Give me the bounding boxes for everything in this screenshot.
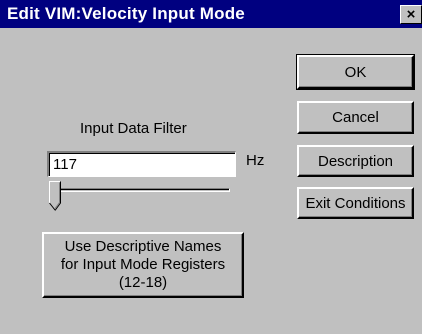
- names-button-line1: Use Descriptive Names: [64, 238, 222, 255]
- description-button-label: Description: [317, 152, 394, 170]
- input-data-filter-field[interactable]: 117: [47, 151, 236, 177]
- exit-conditions-button[interactable]: Exit Conditions: [297, 187, 414, 219]
- unit-label: Hz: [246, 152, 265, 169]
- cancel-button-label: Cancel: [332, 109, 379, 126]
- title-bar[interactable]: Edit VIM:Velocity Input Mode ×: [0, 0, 422, 28]
- dialog-window: Edit VIM:Velocity Input Mode × OK Cancel…: [0, 0, 422, 334]
- window-title: Edit VIM:Velocity Input Mode: [7, 4, 245, 23]
- description-button[interactable]: Description: [297, 145, 414, 177]
- input-data-filter-label: Input Data Filter: [80, 120, 187, 137]
- filter-slider-track[interactable]: [56, 188, 230, 192]
- names-button-line3: (12-18): [118, 274, 168, 291]
- ok-button-label: OK: [344, 63, 367, 81]
- ok-button[interactable]: OK: [296, 54, 415, 90]
- filter-slider-thumb[interactable]: [49, 181, 61, 211]
- cancel-button[interactable]: Cancel: [297, 101, 414, 134]
- close-icon: ×: [406, 6, 416, 23]
- names-button-line2: for Input Mode Registers: [60, 256, 226, 273]
- use-descriptive-names-button[interactable]: Use Descriptive Names for Input Mode Reg…: [42, 232, 244, 298]
- close-button[interactable]: ×: [400, 5, 422, 24]
- exit-conditions-button-label: Exit Conditions: [305, 194, 406, 212]
